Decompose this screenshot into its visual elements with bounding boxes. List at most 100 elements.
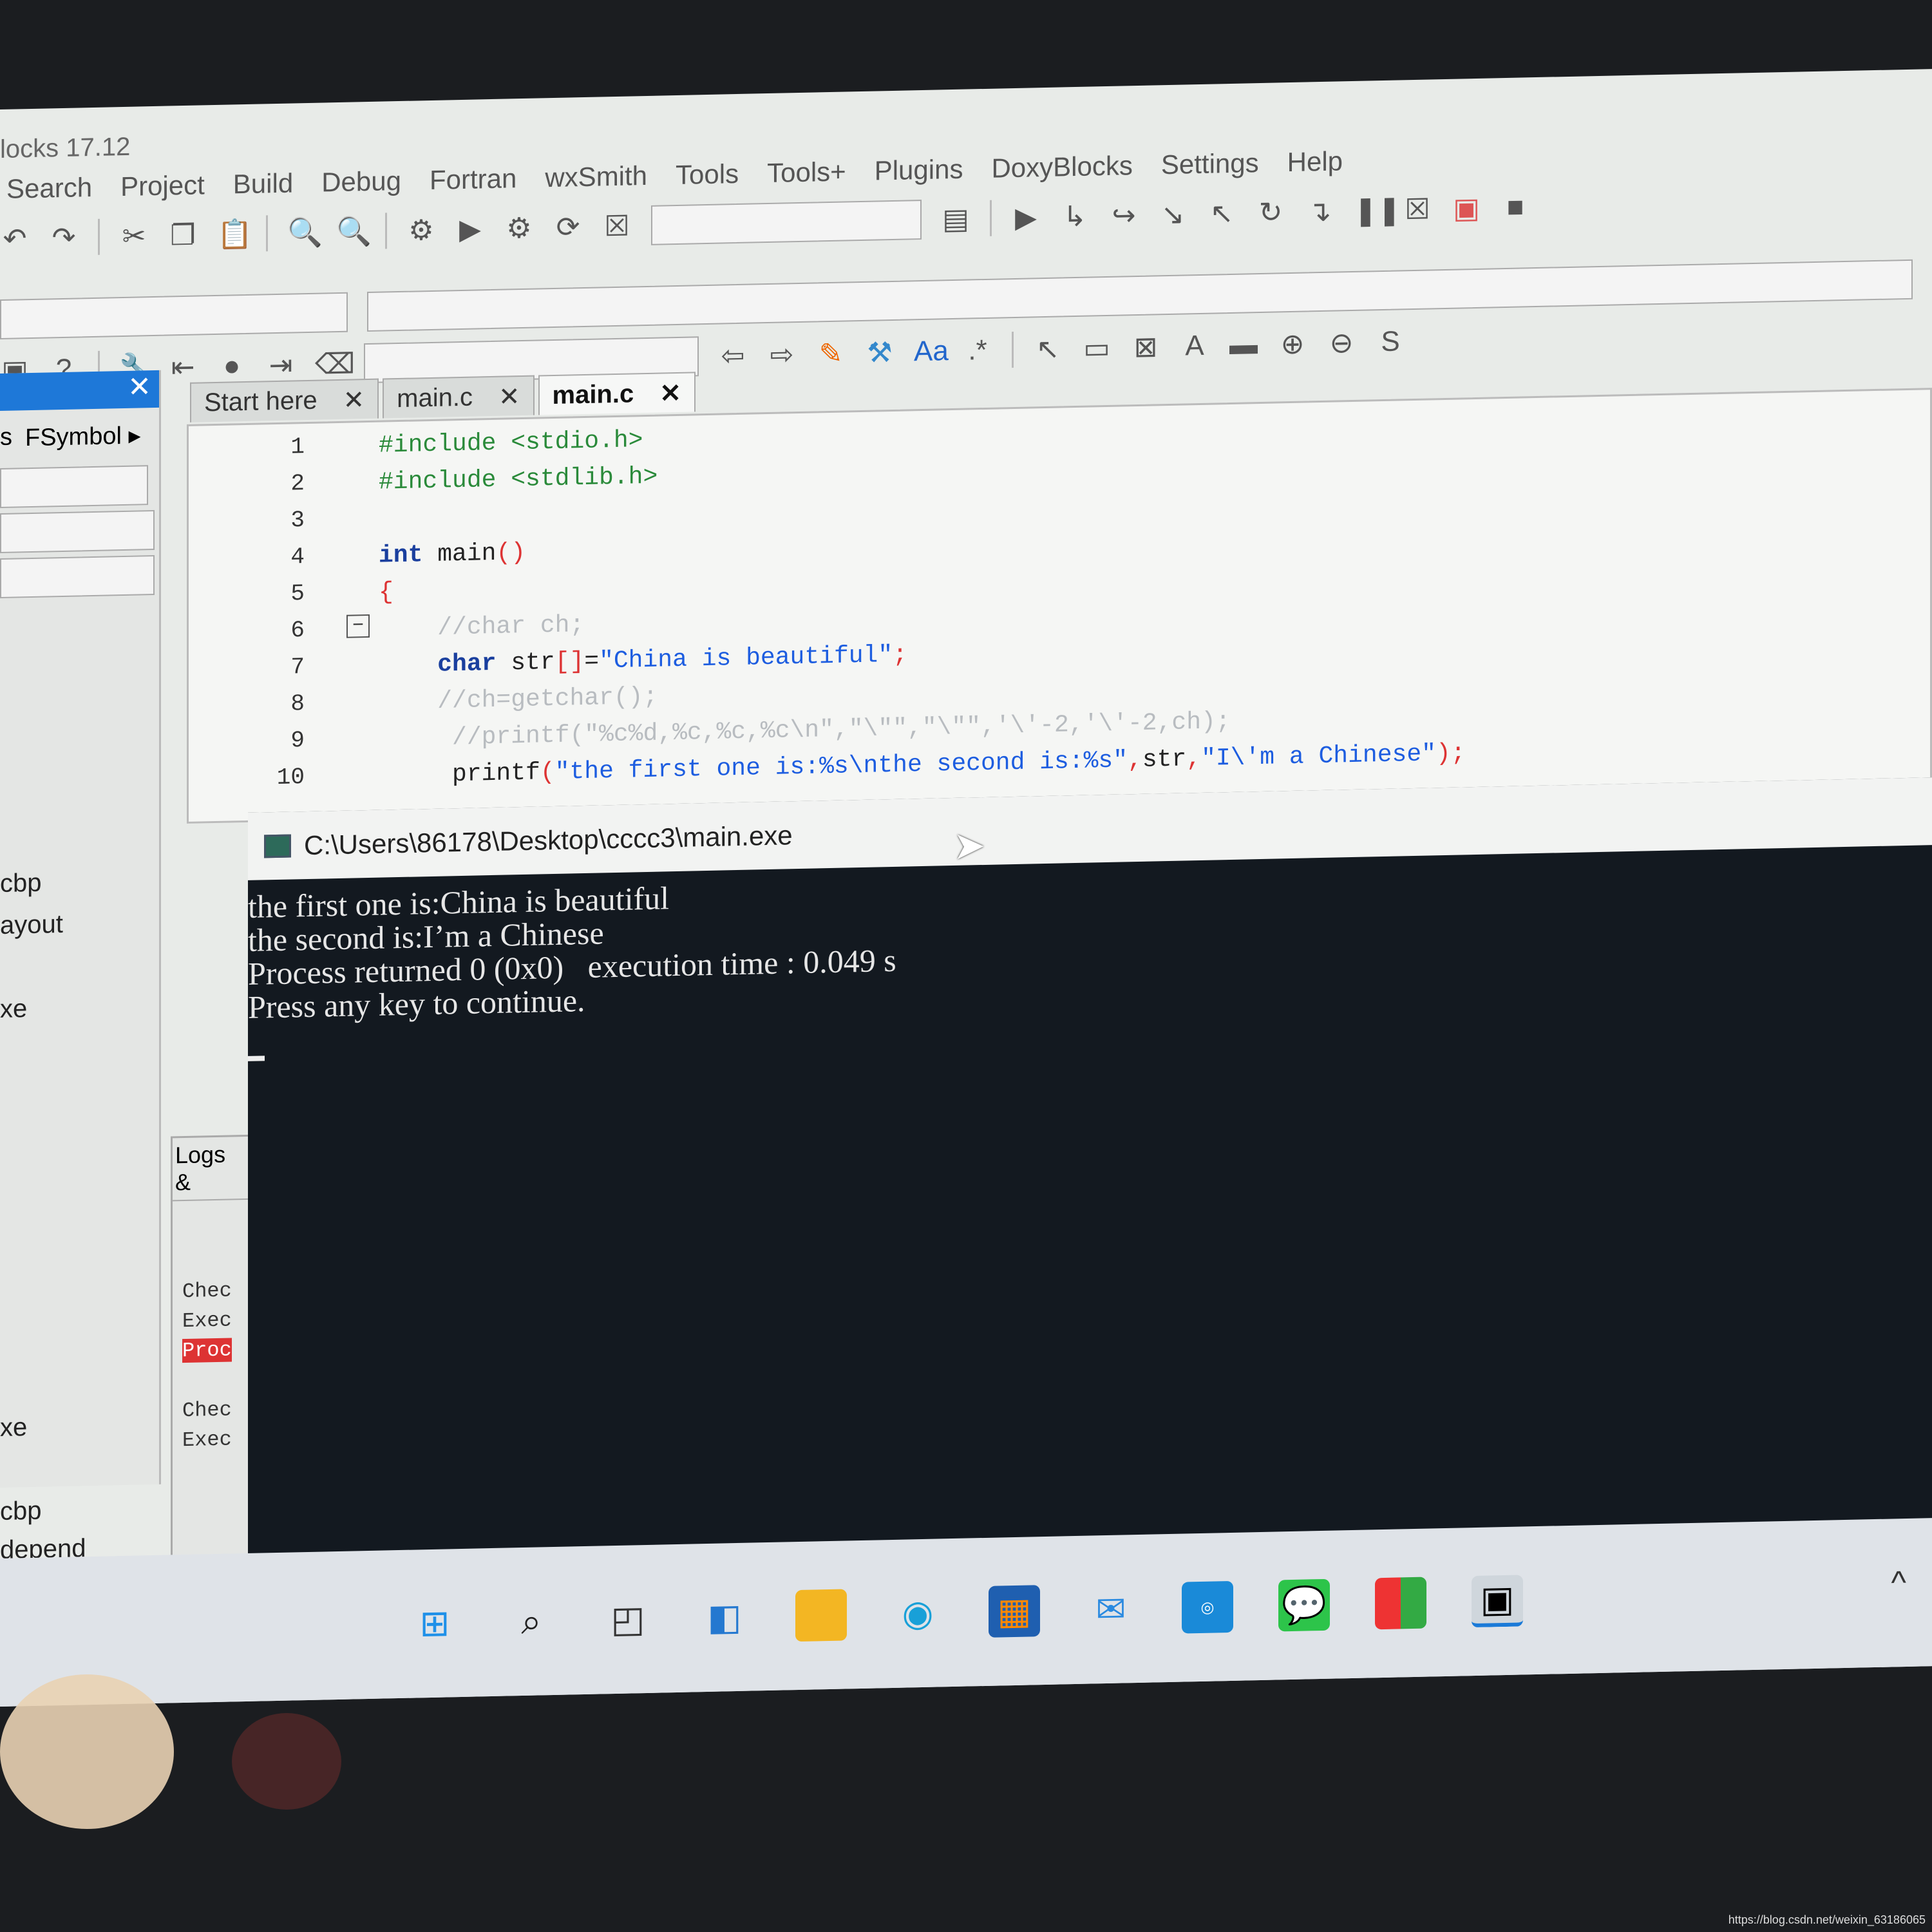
build-run-icon[interactable]: ⚙: [504, 211, 534, 245]
forward-icon[interactable]: ⇨: [767, 338, 797, 372]
debug-run-icon[interactable]: ▶: [1011, 201, 1041, 234]
edge-icon[interactable]: ◉: [892, 1587, 943, 1640]
build-icon[interactable]: ⚙: [406, 213, 436, 247]
step-out-icon[interactable]: ↖: [1207, 196, 1236, 230]
text-icon[interactable]: A: [1180, 330, 1209, 363]
bookmark-icon[interactable]: ●: [217, 350, 247, 383]
panel-select[interactable]: [0, 465, 148, 508]
codeblocks-icon[interactable]: ▣: [1472, 1575, 1523, 1628]
function-select[interactable]: [367, 259, 1913, 332]
paste-icon[interactable]: 📋: [217, 217, 252, 251]
close-tab-icon[interactable]: ✕: [343, 385, 365, 415]
tray-chevron-icon[interactable]: ^: [1891, 1564, 1906, 1601]
stop-debug-icon[interactable]: ☒: [1403, 193, 1432, 226]
panel-select[interactable]: [0, 509, 155, 553]
code-line: {: [379, 578, 393, 606]
redo-icon[interactable]: ↷: [49, 221, 79, 254]
abort-icon[interactable]: ☒: [602, 209, 632, 243]
menu-doxyblocks[interactable]: DoxyBlocks: [991, 150, 1132, 184]
panel-header: ✕: [0, 370, 159, 411]
rebuild-icon[interactable]: ⟳: [553, 211, 583, 244]
console-window[interactable]: C:\Users\86178\Desktop\cccc3\main.exe th…: [248, 777, 1932, 1586]
panel-select[interactable]: [0, 554, 155, 598]
menu-tools-plus[interactable]: Tools+: [767, 156, 846, 189]
target-dialog-icon[interactable]: ▤: [941, 202, 971, 236]
next-line-icon[interactable]: ↪: [1109, 198, 1139, 232]
menu-project[interactable]: Project: [120, 169, 205, 202]
tree-item[interactable]: cbp: [0, 1497, 42, 1526]
rect-icon[interactable]: ▭: [1082, 331, 1112, 365]
tab-main-c[interactable]: main.c ✕: [383, 375, 535, 419]
log-line: Chec: [182, 1397, 232, 1423]
widgets-icon[interactable]: ◧: [699, 1591, 750, 1644]
debug-windows-icon[interactable]: ▣: [1452, 191, 1481, 225]
match-case-icon[interactable]: Aa: [914, 335, 949, 368]
align-icon[interactable]: ▬: [1229, 328, 1258, 361]
tree-item[interactable]: xe: [0, 1413, 27, 1443]
undo-icon[interactable]: ↶: [0, 222, 30, 256]
search-icon[interactable]: ⌕: [506, 1595, 557, 1648]
logs-tab[interactable]: Logs &: [173, 1136, 249, 1202]
task-view-icon[interactable]: ◰: [602, 1593, 654, 1646]
build-target-select[interactable]: [651, 200, 922, 245]
tab-label: Start here: [204, 386, 317, 417]
regex-icon[interactable]: .*: [963, 334, 992, 367]
tool-icon[interactable]: ⚒: [865, 336, 895, 369]
scope-select[interactable]: [0, 292, 348, 339]
step-into-icon[interactable]: ↘: [1158, 198, 1188, 231]
replace-icon[interactable]: 🔍: [336, 214, 372, 249]
store-icon[interactable]: ▦: [989, 1585, 1040, 1638]
run-to-cursor-icon[interactable]: ↳: [1060, 200, 1090, 233]
office-icon[interactable]: [1375, 1577, 1426, 1630]
tag-icon[interactable]: ⌫: [315, 347, 355, 381]
image-icon[interactable]: ⊠: [1131, 330, 1160, 364]
run-icon[interactable]: ▶: [455, 213, 485, 246]
tree-item[interactable]: xe: [0, 994, 27, 1024]
menu-wxsmith[interactable]: wxSmith: [545, 160, 647, 193]
log-line: Chec: [182, 1278, 232, 1304]
menu-help[interactable]: Help: [1287, 146, 1343, 178]
menu-search[interactable]: Search: [6, 172, 92, 205]
tree-item[interactable]: cbp: [0, 869, 42, 898]
copy-icon[interactable]: ❐: [168, 218, 198, 252]
windows-start-icon[interactable]: ⊞: [409, 1597, 460, 1650]
wechat-icon[interactable]: 💬: [1278, 1578, 1330, 1632]
file-explorer-icon[interactable]: [795, 1589, 847, 1642]
s-icon[interactable]: S: [1376, 325, 1405, 358]
cut-icon[interactable]: ✂: [119, 220, 149, 253]
highlight-icon[interactable]: ✎: [816, 337, 846, 370]
dell-icon[interactable]: ◎: [1182, 1580, 1233, 1634]
jump-back-icon[interactable]: ⇤: [168, 350, 198, 384]
jump-forward-icon[interactable]: ⇥: [266, 348, 296, 382]
mail-icon[interactable]: ✉: [1085, 1583, 1137, 1636]
mouse-pointer-icon: ➤: [953, 823, 986, 867]
info-icon[interactable]: ■: [1501, 191, 1530, 223]
tab-fsymbol[interactable]: FSymbol ▸: [25, 421, 141, 452]
close-tab-icon[interactable]: ✕: [659, 379, 681, 408]
code-token: str: [1142, 745, 1187, 774]
menu-plugins[interactable]: Plugins: [875, 154, 963, 187]
tab-main-c-active[interactable]: main.c ✕: [538, 372, 696, 415]
close-tab-icon[interactable]: ✕: [498, 382, 520, 412]
pause-icon[interactable]: ❚❚: [1354, 194, 1401, 227]
pointer-icon[interactable]: ↖: [1033, 332, 1063, 366]
fold-icon[interactable]: −: [346, 614, 370, 638]
zoom-out-icon[interactable]: ⊖: [1327, 326, 1356, 359]
menu-settings[interactable]: Settings: [1161, 147, 1259, 180]
menu-build[interactable]: Build: [233, 167, 293, 200]
code-line: char str[]="China is beautiful";: [379, 641, 907, 679]
code-editor[interactable]: 1 #include <stdio.h> 2 #include <stdlib.h> 3…: [187, 388, 1932, 824]
menu-debug[interactable]: Debug: [321, 166, 401, 198]
step-instruction-icon[interactable]: ↴: [1305, 194, 1334, 228]
menu-tools[interactable]: Tools: [676, 158, 739, 191]
zoom-in-icon[interactable]: ⊕: [1278, 327, 1307, 361]
tab-start-here[interactable]: Start here ✕: [190, 378, 379, 422]
menu-fortran[interactable]: Fortran: [430, 163, 516, 196]
next-instruction-icon[interactable]: ↻: [1256, 196, 1285, 229]
back-icon[interactable]: ⇦: [718, 339, 748, 372]
find-icon[interactable]: 🔍: [287, 216, 323, 250]
close-panel-icon[interactable]: ✕: [128, 371, 151, 403]
tab-projects[interactable]: s: [0, 424, 12, 453]
log-line: Exec: [182, 1427, 232, 1453]
tree-item[interactable]: ayout: [0, 910, 63, 940]
